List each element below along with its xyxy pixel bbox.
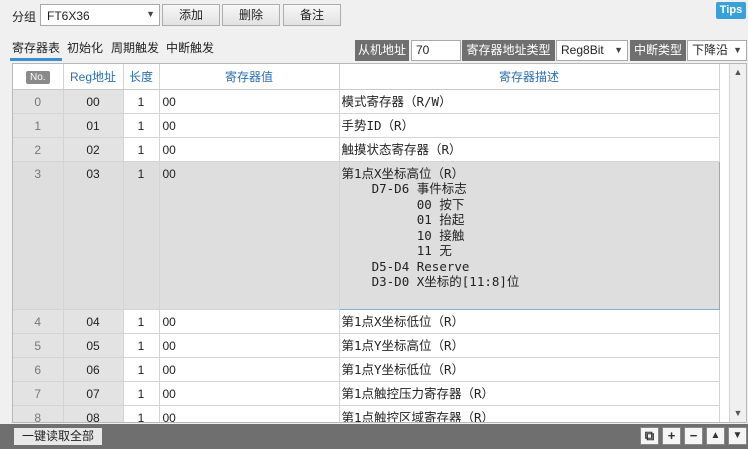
cell-len: 1 [123, 309, 160, 334]
table-header: No. Reg地址 长度 寄存器值 寄存器描述 [13, 64, 720, 90]
cell-addr: 01 [63, 113, 124, 138]
cell-len: 1 [123, 161, 160, 310]
table-row[interactable]: 0 00 1 00 模式寄存器（R/W） [13, 89, 720, 114]
cell-addr: 05 [63, 333, 124, 358]
irq-type-label: 中断类型 [630, 40, 686, 61]
cell-len: 1 [123, 357, 160, 382]
cell-no: 1 [13, 113, 64, 138]
reg-addr-type-value: Reg8Bit [561, 43, 604, 57]
cell-no: 8 [13, 405, 64, 422]
tab-interrupt-trigger[interactable]: 中断触发 [166, 39, 214, 56]
cell-desc[interactable]: 模式寄存器（R/W） [339, 89, 720, 114]
cell-value[interactable]: 00 [159, 137, 340, 162]
cell-addr: 08 [63, 405, 124, 422]
table-row[interactable]: 2 02 1 00 触摸状态寄存器（R） [13, 137, 720, 162]
cell-len: 1 [123, 381, 160, 406]
delete-button[interactable]: 删除 [222, 4, 280, 26]
move-up-icon[interactable]: ▲ [706, 427, 725, 445]
tab-init[interactable]: 初始化 [67, 39, 103, 56]
scroll-thumb[interactable] [733, 82, 743, 382]
cell-value[interactable]: 00 [159, 113, 340, 138]
table-row[interactable]: 8 08 1 00 第1点触控区域寄存器（R） [13, 405, 720, 422]
cell-desc[interactable]: 第1点X坐标低位（R） [339, 309, 720, 334]
cell-value[interactable]: 00 [159, 405, 340, 422]
slave-addr-label: 从机地址 [355, 40, 409, 61]
group-label: 分组 [12, 10, 37, 24]
toolbar: 分组 FT6X36 ▼ 添加 删除 备注 Tips [0, 0, 748, 30]
cell-desc[interactable]: 第1点Y坐标高位（R） [339, 333, 720, 358]
cell-value[interactable]: 00 [159, 161, 340, 310]
col-header-addr[interactable]: Reg地址 [63, 64, 124, 90]
move-down-icon[interactable]: ▼ [728, 427, 747, 445]
cell-no: 7 [13, 381, 64, 406]
add-button[interactable]: 添加 [162, 4, 220, 26]
read-all-button[interactable]: 一键读取全部 [14, 428, 103, 445]
cell-value[interactable]: 00 [159, 333, 340, 358]
cell-desc[interactable]: 触摸状态寄存器（R） [339, 137, 720, 162]
cell-addr: 00 [63, 89, 124, 114]
table-row[interactable]: 4 04 1 00 第1点X坐标低位（R） [13, 309, 720, 334]
chevron-down-icon: ▼ [146, 9, 155, 19]
table-row[interactable]: 5 05 1 00 第1点Y坐标高位（R） [13, 333, 720, 358]
chevron-down-icon: ▼ [733, 45, 742, 55]
scroll-up-icon[interactable]: ▲ [730, 64, 746, 81]
col-header-value[interactable]: 寄存器值 [159, 64, 340, 90]
col-header-no[interactable]: No. [13, 64, 64, 90]
cell-len: 1 [123, 333, 160, 358]
plus-icon[interactable]: + [662, 427, 681, 445]
table-row[interactable]: 3 03 1 00 第1点X坐标高位（R） D7-D6 事件标志 00 按下 01 抬起… [13, 160, 720, 310]
copy-icon[interactable]: ⧉ [640, 427, 659, 445]
table-row[interactable]: 1 01 1 00 手势ID（R） [13, 113, 720, 138]
minus-icon[interactable]: − [684, 427, 703, 445]
cell-desc[interactable]: 第1点Y坐标低位（R） [339, 357, 720, 382]
col-header-len[interactable]: 长度 [123, 64, 160, 90]
cell-len: 1 [123, 89, 160, 114]
cell-addr: 03 [63, 161, 124, 310]
cell-no: 3 [13, 161, 64, 310]
reg-addr-type-select[interactable]: Reg8Bit ▼ [556, 40, 628, 61]
cell-desc[interactable]: 第1点X坐标高位（R） D7-D6 事件标志 00 按下 01 抬起 10 接触… [338, 160, 720, 310]
cell-desc[interactable]: 第1点触控压力寄存器（R） [339, 381, 720, 406]
group-select-value: FT6X36 [47, 9, 90, 23]
group-select[interactable]: FT6X36 ▼ [40, 4, 160, 26]
tips-button[interactable]: Tips [716, 2, 746, 19]
cell-value[interactable]: 00 [159, 381, 340, 406]
active-tab-indicator [10, 58, 62, 61]
vertical-scrollbar[interactable]: ▲ ▼ [729, 64, 746, 422]
cell-len: 1 [123, 113, 160, 138]
table-row[interactable]: 6 06 1 00 第1点Y坐标低位（R） [13, 357, 720, 382]
cell-addr: 02 [63, 137, 124, 162]
reg-addr-type-label: 寄存器地址类型 [462, 40, 555, 61]
cell-value[interactable]: 00 [159, 89, 340, 114]
cell-no: 6 [13, 357, 64, 382]
chevron-down-icon: ▼ [614, 45, 623, 55]
cell-no: 5 [13, 333, 64, 358]
cell-value[interactable]: 00 [159, 357, 340, 382]
cell-desc[interactable]: 第1点触控区域寄存器（R） [339, 405, 720, 422]
col-header-desc[interactable]: 寄存器描述 [339, 64, 720, 90]
register-table: No. Reg地址 长度 寄存器值 寄存器描述 0 00 1 00 模式寄存器（R/W）… [12, 63, 747, 423]
note-button[interactable]: 备注 [283, 4, 341, 26]
cell-no: 2 [13, 137, 64, 162]
table-row[interactable]: 7 07 1 00 第1点触控压力寄存器（R） [13, 381, 720, 406]
cell-desc[interactable]: 手势ID（R） [339, 113, 720, 138]
slave-addr-input[interactable]: 70 [411, 40, 461, 61]
cell-len: 1 [123, 405, 160, 422]
cell-addr: 06 [63, 357, 124, 382]
cell-addr: 07 [63, 381, 124, 406]
cell-len: 1 [123, 137, 160, 162]
irq-type-select[interactable]: 下降沿 ▼ [687, 40, 747, 61]
scroll-down-icon[interactable]: ▼ [730, 405, 746, 422]
cell-no: 0 [13, 89, 64, 114]
cell-no: 4 [13, 309, 64, 334]
tab-register-table[interactable]: 寄存器表 [12, 39, 60, 56]
bottom-bar: 一键读取全部 ⧉ + − ▲ ▼ [0, 424, 748, 449]
tab-periodic-trigger[interactable]: 周期触发 [111, 39, 159, 56]
cell-addr: 04 [63, 309, 124, 334]
cell-value[interactable]: 00 [159, 309, 340, 334]
irq-type-value: 下降沿 [692, 43, 729, 57]
